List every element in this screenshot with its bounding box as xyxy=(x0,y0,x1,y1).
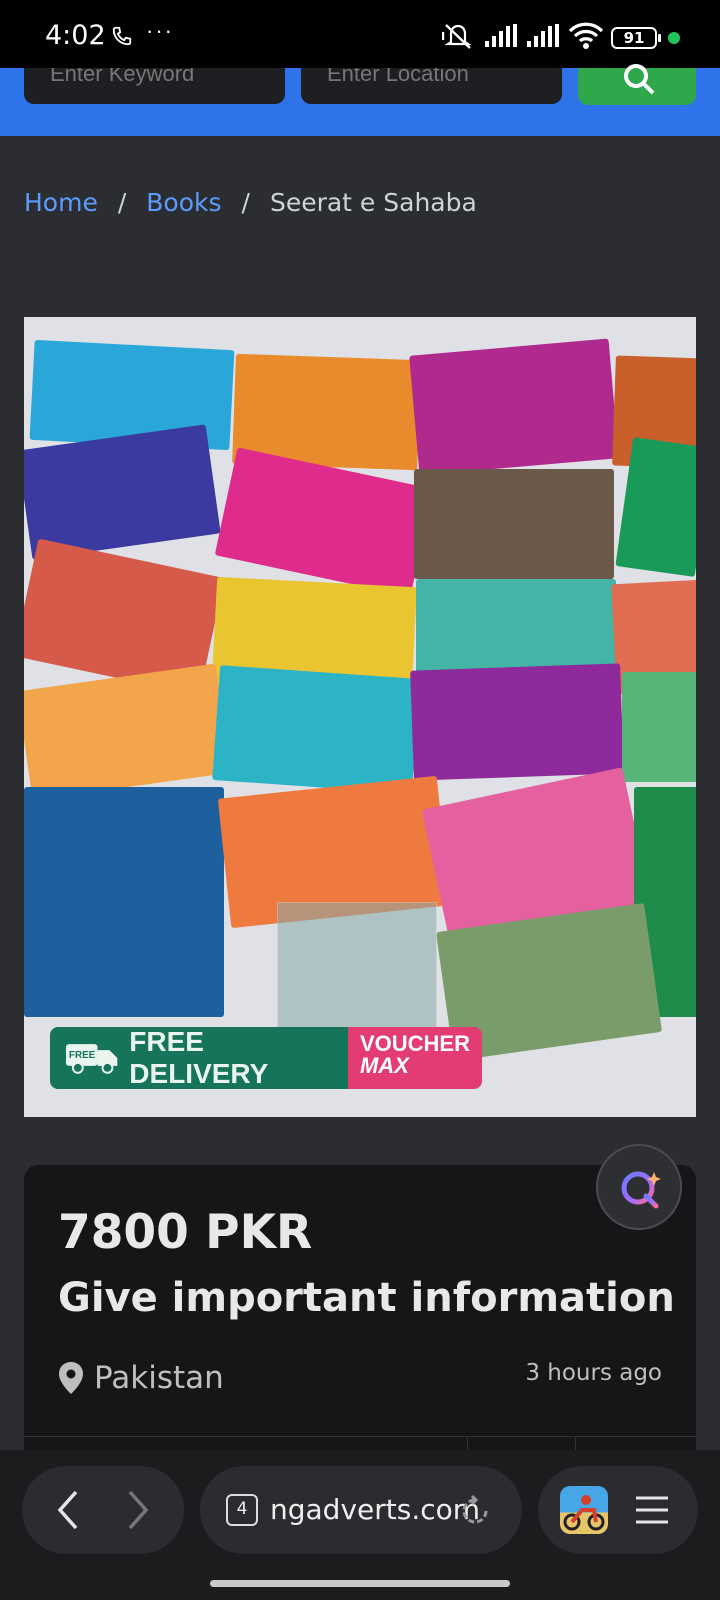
menu-icon[interactable] xyxy=(634,1494,670,1526)
book-cover xyxy=(622,672,696,782)
forward-icon[interactable] xyxy=(118,1484,158,1536)
breadcrumb-books-link[interactable]: Books xyxy=(146,188,221,217)
search-button[interactable] xyxy=(578,64,696,105)
browser-toolbar: 4 ngadverts.com xyxy=(0,1450,720,1600)
voucher-max-label: VOUCHER MAX xyxy=(347,1027,482,1089)
card-divider xyxy=(24,1436,696,1437)
breadcrumb-separator: / xyxy=(241,188,250,217)
reload-icon[interactable] xyxy=(458,1494,492,1528)
motorbike-icon xyxy=(563,1495,605,1531)
search-band: Enter Keyword Enter Location xyxy=(0,64,720,136)
keyword-input[interactable]: Enter Keyword xyxy=(24,68,285,104)
location-placeholder: Enter Location xyxy=(327,68,469,86)
navigation-pill xyxy=(22,1466,184,1554)
breadcrumb-home-link[interactable]: Home xyxy=(24,188,98,217)
more-icon: ··· xyxy=(146,18,174,43)
posted-time: 3 hours ago xyxy=(525,1360,662,1386)
book-cover xyxy=(410,663,624,781)
listing-location: Pakistan xyxy=(58,1360,224,1396)
signal-icon xyxy=(485,24,517,47)
game-app-icon[interactable] xyxy=(560,1486,608,1534)
book-cover xyxy=(24,663,231,801)
home-gesture-bar[interactable] xyxy=(210,1580,510,1587)
phone-icon xyxy=(112,26,132,46)
address-bar[interactable]: 4 ngadverts.com xyxy=(200,1466,522,1554)
book-cover xyxy=(24,787,224,1017)
breadcrumb: Home / Books / Seerat e Sahaba xyxy=(24,188,477,217)
battery-icon: 91 xyxy=(611,27,661,49)
listing-info-card: 7800 PKR Give important information Paki… xyxy=(24,1165,696,1466)
max-text: MAX xyxy=(359,1053,409,1078)
status-time: 4:02 xyxy=(45,20,106,51)
location-input[interactable]: Enter Location xyxy=(301,68,562,104)
book-cover xyxy=(214,447,434,597)
privacy-indicator-dot xyxy=(668,32,680,44)
mute-icon xyxy=(442,24,472,49)
book-cover xyxy=(24,424,221,560)
listing-title: Give important information xyxy=(58,1275,675,1321)
voucher-text: VOUCHER xyxy=(359,1031,470,1056)
signal-icon xyxy=(527,24,559,47)
location-text: Pakistan xyxy=(94,1360,224,1396)
menu-pill xyxy=(538,1466,698,1554)
book-cover xyxy=(212,665,420,794)
breadcrumb-current: Seerat e Sahaba xyxy=(269,188,477,217)
back-icon[interactable] xyxy=(48,1484,88,1536)
status-bar: 4:02 ··· 91 xyxy=(0,0,720,68)
book-cover xyxy=(414,469,614,579)
url-text[interactable]: ngadverts.com xyxy=(270,1493,480,1526)
location-pin-icon xyxy=(59,1362,83,1394)
listing-photo[interactable]: FREE FREE DELIVERY VOUCHER MAX xyxy=(24,317,696,1117)
free-delivery-banner: FREE FREE DELIVERY VOUCHER MAX xyxy=(50,1027,482,1089)
free-delivery-text: FREE DELIVERY xyxy=(129,1027,269,1089)
free-delivery-label: FREE FREE DELIVERY xyxy=(50,1027,348,1089)
keyword-placeholder: Enter Keyword xyxy=(50,68,195,86)
search-icon xyxy=(624,64,655,95)
listing-price: 7800 PKR xyxy=(58,1205,313,1260)
tab-count-button[interactable]: 4 xyxy=(226,1494,258,1526)
assistant-fab-button[interactable] xyxy=(596,1144,682,1230)
delivery-truck-icon: FREE xyxy=(65,1044,118,1074)
badge-free-text: FREE xyxy=(69,1050,96,1061)
breadcrumb-separator: / xyxy=(117,188,127,217)
wifi-icon xyxy=(568,22,604,49)
assistant-icon xyxy=(621,1171,661,1209)
book-cover xyxy=(409,338,619,476)
